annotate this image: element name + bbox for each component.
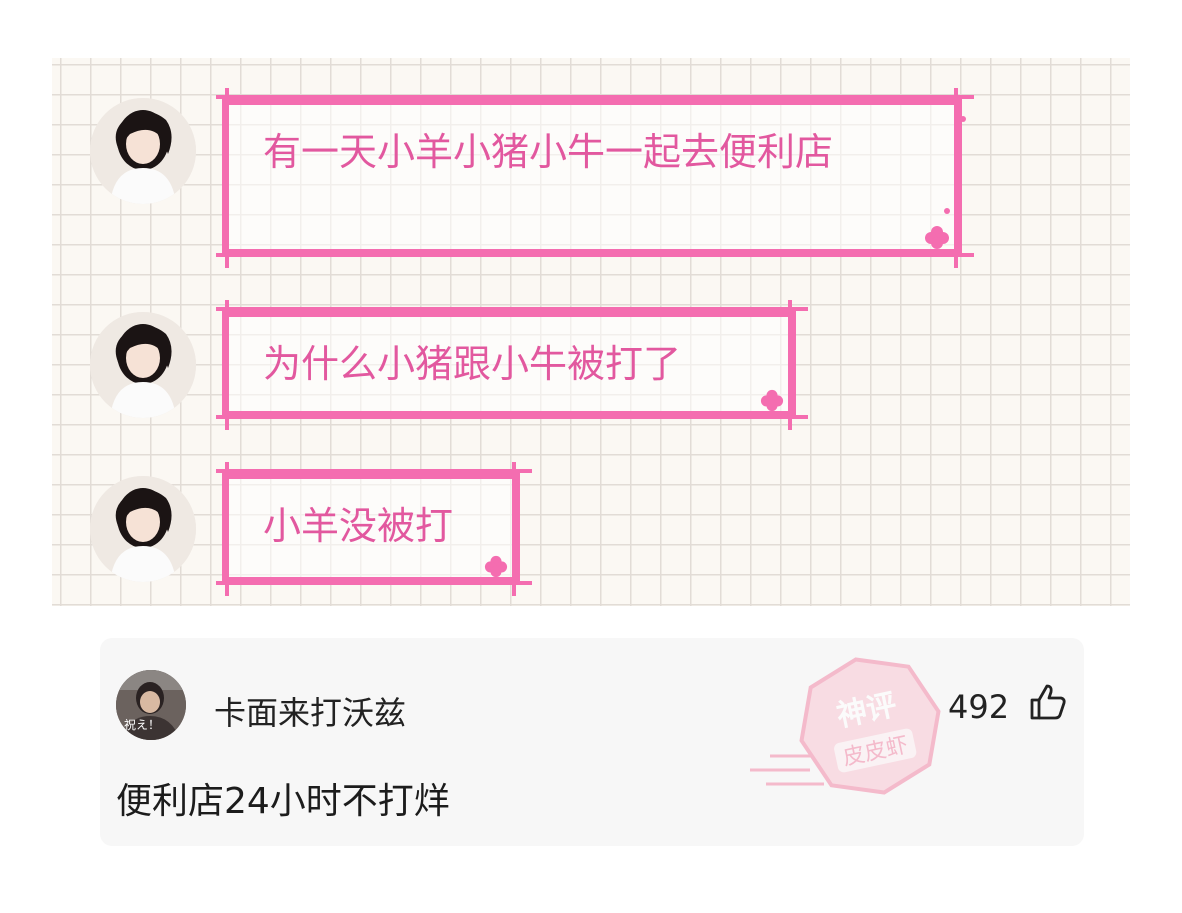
message-bubble: 有一天小羊小猪小牛一起去便利店 xyxy=(222,98,962,256)
message-text: 小羊没被打 xyxy=(263,504,454,548)
flower-icon xyxy=(925,226,949,249)
decor-dot xyxy=(960,116,966,122)
bubble-rail xyxy=(216,415,808,419)
watermark-stamp: 神评 皮皮虾 xyxy=(750,657,941,795)
chat-screenshot: 有一天小羊小猪小牛一起去便利店 为什么小猪跟小牛被打了 小羊没被打 xyxy=(52,58,1130,606)
avatar xyxy=(90,476,196,582)
message-text: 有一天小羊小猪小牛一起去便利店 xyxy=(263,130,834,174)
girl-avatar-image xyxy=(90,476,196,582)
bubble-rail xyxy=(954,88,958,268)
decor-dot xyxy=(944,208,950,214)
girl-avatar-image xyxy=(90,312,196,418)
avatar-caption: 祝え！ xyxy=(124,718,161,732)
thumbs-up-icon[interactable] xyxy=(1028,682,1068,722)
message-text: 为什么小猪跟小牛被打了 xyxy=(263,342,682,386)
bubble-rail xyxy=(225,462,229,596)
commenter-avatar[interactable]: 祝え！ xyxy=(116,670,186,740)
bubble-rail xyxy=(225,300,229,430)
bubble-rail xyxy=(512,462,516,596)
like-count: 492 xyxy=(948,688,1010,726)
message-bubble: 小羊没被打 xyxy=(222,472,520,584)
flower-icon xyxy=(484,555,508,578)
message-bubble: 为什么小猪跟小牛被打了 xyxy=(222,310,796,418)
bubble-rail xyxy=(216,307,808,311)
comment-card: 祝え！ 卡面来打沃兹 神评 皮皮虾 492 便利店24小时不打烊 xyxy=(100,638,1084,846)
avatar xyxy=(90,312,196,418)
girl-avatar-image xyxy=(90,98,196,204)
bubble-rail xyxy=(216,95,974,99)
comment-text: 便利店24小时不打烊 xyxy=(116,781,450,822)
avatar xyxy=(90,98,196,204)
bubble-rail xyxy=(216,469,532,473)
bubble-rail xyxy=(216,581,532,585)
bubble-rail xyxy=(788,300,792,430)
commenter-username[interactable]: 卡面来打沃兹 xyxy=(214,688,406,734)
flower-icon xyxy=(760,389,784,412)
bubble-rail xyxy=(225,88,229,268)
bubble-rail xyxy=(216,253,974,257)
